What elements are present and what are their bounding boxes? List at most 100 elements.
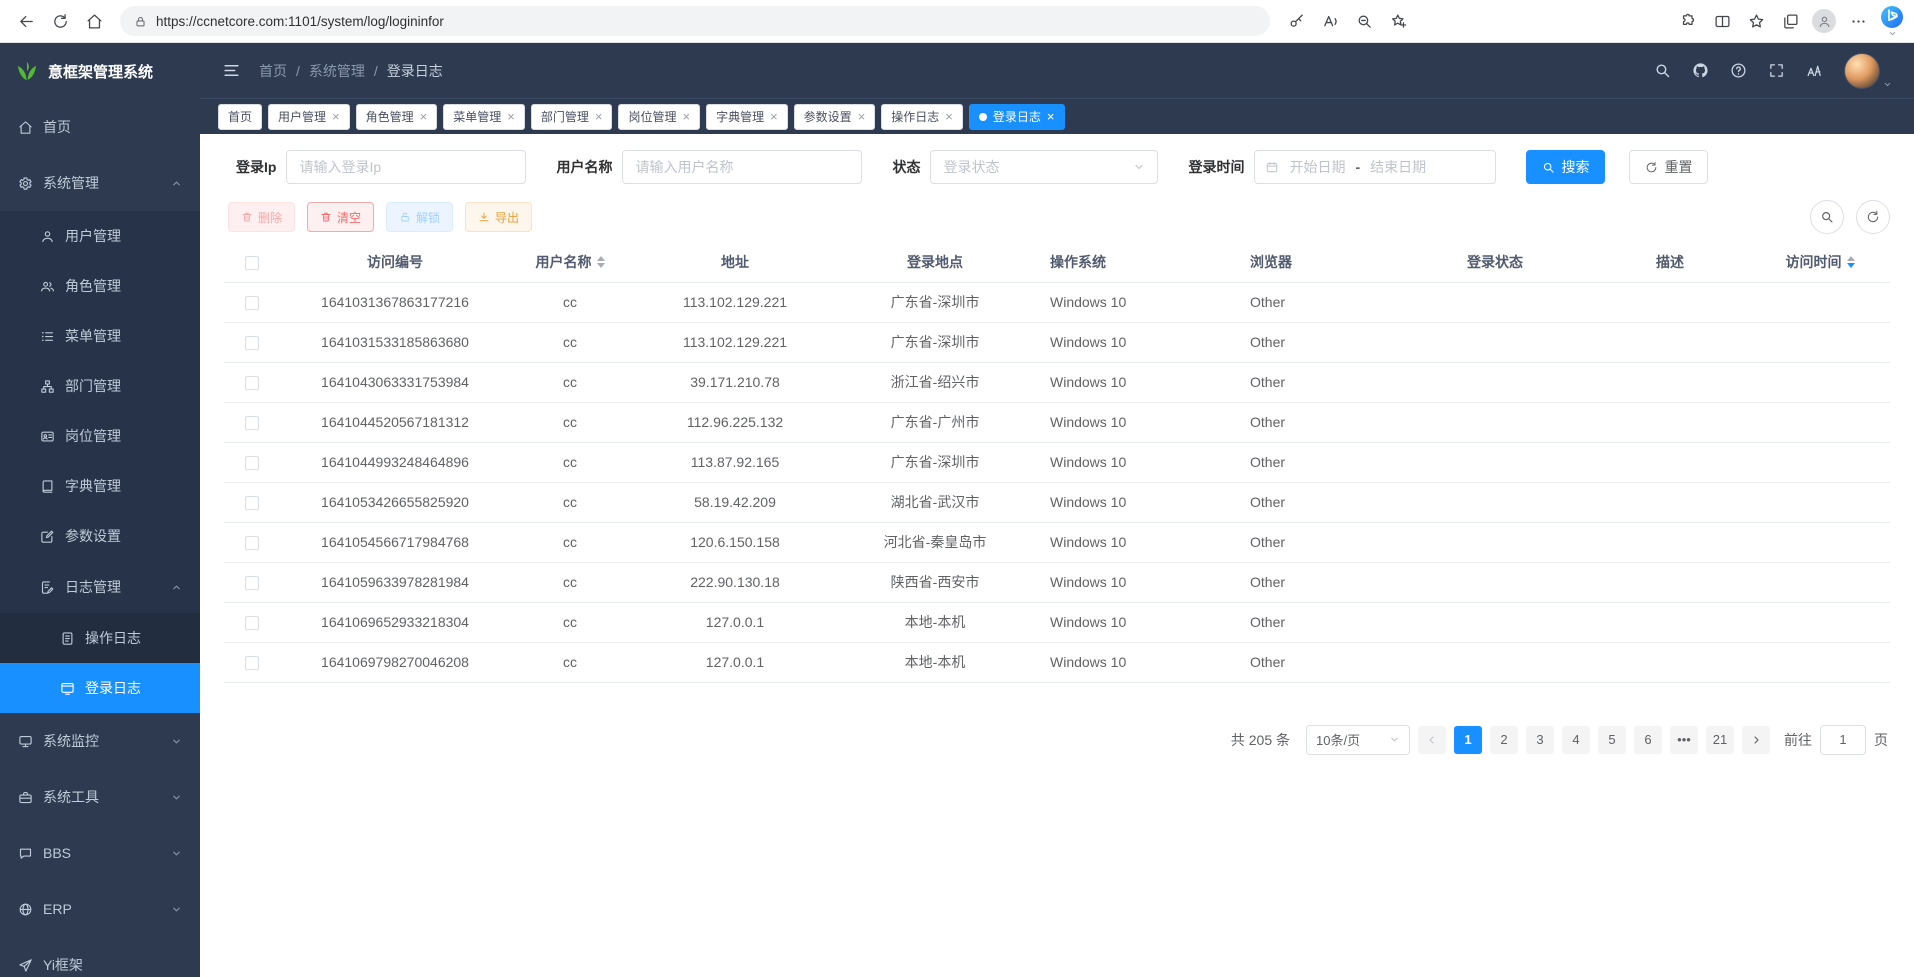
collections-button[interactable]	[1774, 6, 1806, 36]
page-button-3[interactable]: 3	[1526, 726, 1554, 754]
add-favorite-button[interactable]	[1382, 6, 1414, 36]
header-search-icon[interactable]	[1654, 62, 1671, 79]
browser-home-button[interactable]	[78, 6, 110, 36]
close-tab-icon[interactable]: ×	[420, 110, 428, 123]
export-button[interactable]: 导出	[465, 202, 532, 232]
search-button[interactable]: 搜索	[1526, 150, 1605, 184]
tab-department-management[interactable]: 部门管理×	[531, 104, 613, 130]
close-tab-icon[interactable]: ×	[858, 110, 866, 123]
close-tab-icon[interactable]: ×	[945, 110, 953, 123]
sidebar-toggle-button[interactable]	[222, 61, 241, 80]
row-checkbox[interactable]	[245, 296, 259, 310]
split-screen-button[interactable]	[1706, 6, 1738, 36]
tab-home[interactable]: 首页	[218, 104, 262, 130]
row-checkbox[interactable]	[245, 376, 259, 390]
sidebar-item-system-management[interactable]: 系统管理	[0, 155, 200, 211]
sidebar-item-dictionary-management[interactable]: 字典管理	[0, 461, 200, 511]
sort-icon[interactable]	[597, 256, 605, 268]
page-button-5[interactable]: 5	[1598, 726, 1626, 754]
clear-button[interactable]: 清空	[307, 202, 374, 232]
sidebar-item-yi-framework[interactable]: Yi框架	[0, 937, 200, 977]
col-username[interactable]: 用户名称	[510, 242, 630, 282]
unlock-button[interactable]: 解锁	[386, 202, 453, 232]
page-button-6[interactable]: 6	[1634, 726, 1662, 754]
sidebar-item-post-management[interactable]: 岗位管理	[0, 411, 200, 461]
github-icon[interactable]	[1692, 62, 1709, 79]
row-checkbox[interactable]	[245, 416, 259, 430]
sidebar-item-login-log[interactable]: 登录日志	[0, 663, 200, 713]
user-menu[interactable]	[1844, 53, 1892, 89]
select-all-checkbox[interactable]	[245, 256, 259, 270]
page-size-select[interactable]: 10条/页	[1306, 725, 1410, 755]
page-button-4[interactable]: 4	[1562, 726, 1590, 754]
page-button-1[interactable]: 1	[1454, 726, 1482, 754]
tab-dictionary-management[interactable]: 字典管理×	[706, 104, 788, 130]
username-input[interactable]	[622, 150, 862, 184]
sidebar-item-home[interactable]: 首页	[0, 99, 200, 155]
prev-page-button[interactable]	[1418, 726, 1446, 754]
bing-chat-button[interactable]	[1880, 5, 1904, 38]
browser-refresh-button[interactable]	[44, 6, 76, 36]
sidebar-item-department-management[interactable]: 部门管理	[0, 361, 200, 411]
help-icon[interactable]	[1730, 62, 1747, 79]
refresh-table-button[interactable]	[1856, 200, 1890, 234]
bing-dropdown-caret-icon[interactable]	[1888, 29, 1897, 38]
favorites-button[interactable]	[1740, 6, 1772, 36]
row-checkbox[interactable]	[245, 336, 259, 350]
browser-profile-button[interactable]	[1808, 6, 1840, 36]
tab-role-management[interactable]: 角色管理×	[356, 104, 438, 130]
sidebar-item-erp[interactable]: ERP	[0, 881, 200, 937]
tab-operation-log[interactable]: 操作日志×	[881, 104, 963, 130]
close-tab-icon[interactable]: ×	[682, 110, 690, 123]
sidebar-item-log-management[interactable]: 日志管理	[0, 561, 200, 613]
goto-page-input[interactable]	[1820, 725, 1866, 755]
page-button-21[interactable]: 21	[1706, 726, 1734, 754]
tab-post-management[interactable]: 岗位管理×	[618, 104, 700, 130]
sidebar-item-parameter-settings[interactable]: 参数设置	[0, 511, 200, 561]
password-key-button[interactable]	[1280, 6, 1312, 36]
breadcrumb-system[interactable]: 系统管理	[309, 61, 365, 81]
browser-back-button[interactable]	[10, 6, 42, 36]
row-checkbox[interactable]	[245, 496, 259, 510]
sidebar-item-operation-log[interactable]: 操作日志	[0, 613, 200, 663]
close-tab-icon[interactable]: ×	[595, 110, 603, 123]
sidebar-item-system-monitoring[interactable]: 系统监控	[0, 713, 200, 769]
status-select[interactable]: 登录状态	[930, 150, 1158, 184]
more-pages-button[interactable]: •••	[1670, 726, 1698, 754]
page-button-2[interactable]: 2	[1490, 726, 1518, 754]
login-ip-input[interactable]	[286, 150, 526, 184]
site-security-lock-icon[interactable]	[134, 15, 147, 28]
zoom-button[interactable]	[1348, 6, 1380, 36]
reset-button[interactable]: 重置	[1629, 150, 1708, 184]
font-size-icon[interactable]	[1806, 62, 1823, 79]
sidebar-item-role-management[interactable]: 角色管理	[0, 261, 200, 311]
breadcrumb-home[interactable]: 首页	[259, 61, 287, 81]
fullscreen-icon[interactable]	[1768, 62, 1785, 79]
col-access-time[interactable]: 访问时间	[1750, 242, 1890, 282]
close-tab-icon[interactable]: ×	[1047, 110, 1055, 123]
address-bar[interactable]: https://ccnetcore.com:1101/system/log/lo…	[120, 6, 1270, 36]
row-checkbox[interactable]	[245, 576, 259, 590]
close-tab-icon[interactable]: ×	[770, 110, 778, 123]
sidebar-item-bbs[interactable]: BBS	[0, 825, 200, 881]
delete-button[interactable]: 删除	[228, 202, 295, 232]
tab-login-log[interactable]: 登录日志×	[969, 104, 1065, 130]
tab-user-management[interactable]: 用户管理×	[268, 104, 350, 130]
sidebar-item-menu-management[interactable]: 菜单管理	[0, 311, 200, 361]
row-checkbox[interactable]	[245, 656, 259, 670]
next-page-button[interactable]	[1742, 726, 1770, 754]
close-tab-icon[interactable]: ×	[507, 110, 515, 123]
extensions-button[interactable]	[1672, 6, 1704, 36]
row-checkbox[interactable]	[245, 536, 259, 550]
user-avatar[interactable]	[1844, 53, 1880, 89]
tab-parameter-settings[interactable]: 参数设置×	[794, 104, 876, 130]
row-checkbox[interactable]	[245, 616, 259, 630]
read-aloud-button[interactable]	[1314, 6, 1346, 36]
toggle-search-button[interactable]	[1810, 200, 1844, 234]
row-checkbox[interactable]	[245, 456, 259, 470]
browser-menu-button[interactable]	[1842, 6, 1874, 36]
close-tab-icon[interactable]: ×	[332, 110, 340, 123]
login-time-range-picker[interactable]: 开始日期 - 结束日期	[1254, 150, 1496, 184]
sidebar-item-user-management[interactable]: 用户管理	[0, 211, 200, 261]
tab-menu-management[interactable]: 菜单管理×	[443, 104, 525, 130]
